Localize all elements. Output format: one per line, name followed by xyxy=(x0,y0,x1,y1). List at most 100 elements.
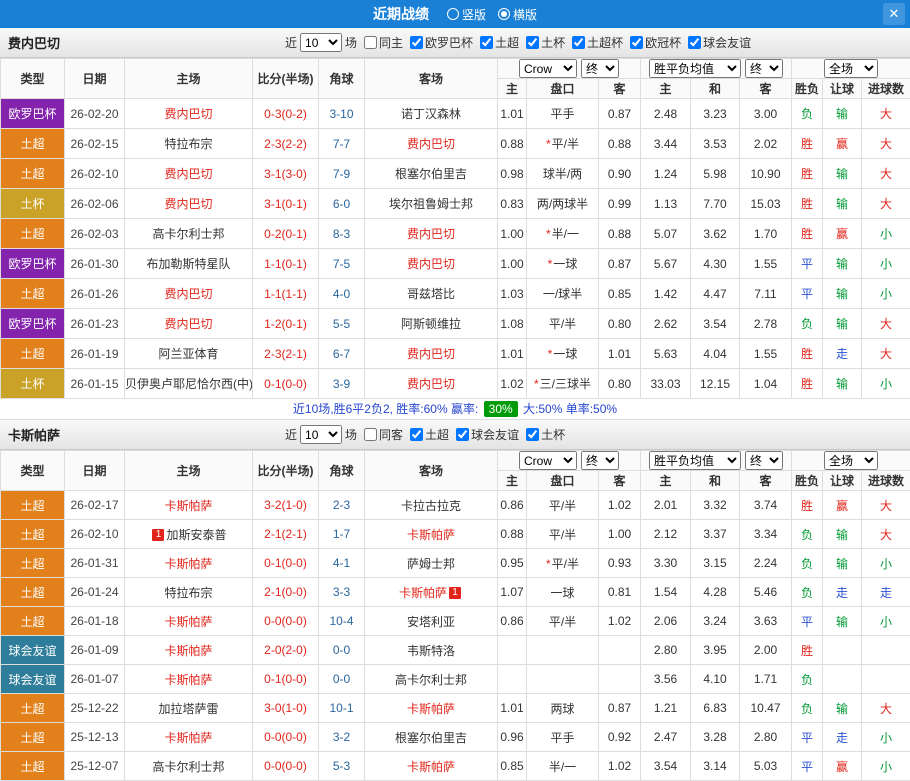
away-odds-cell: 1.02 xyxy=(599,491,641,520)
league-cell: 土超 xyxy=(1,694,65,723)
league-filter-checkbox[interactable] xyxy=(456,428,469,441)
team-label: 布加勒斯特星队 xyxy=(146,257,230,271)
score-cell: 1-1(0-1) xyxy=(253,249,319,279)
league-filter-checkbox[interactable] xyxy=(410,428,423,441)
score-cell: 2-3(2-2) xyxy=(253,129,319,159)
wdl-result-cell: 负 xyxy=(792,578,823,607)
corner-cell: 3-2 xyxy=(319,723,365,752)
handicap-result-cell: 输 xyxy=(823,694,862,723)
handicap-result-cell: 赢 xyxy=(823,129,862,159)
match-row: 土超26-01-18卡斯帕萨0-0(0-0)10-4安塔利亚0.86平/半1.0… xyxy=(1,607,910,636)
avg-draw-cell: 3.54 xyxy=(691,309,740,339)
handicap-result-cell xyxy=(823,636,862,665)
away-team-cell: 费内巴切 xyxy=(365,219,498,249)
match-row: 欧罗巴杯26-01-23费内巴切1-2(0-1)5-5阿斯顿维拉1.08平/半0… xyxy=(1,309,910,339)
avg-home-cell: 3.56 xyxy=(641,665,691,694)
match-count-select[interactable]: 10 xyxy=(300,425,342,444)
view-radio-vertical[interactable]: 竖版 xyxy=(447,6,486,23)
avg-draw-cell: 6.83 xyxy=(691,694,740,723)
avg-away-cell: 5.46 xyxy=(740,578,792,607)
league-filter-checkbox[interactable] xyxy=(526,36,539,49)
league-cell: 土超 xyxy=(1,491,65,520)
col-header: 主场 xyxy=(125,451,253,491)
league-filter-checkbox[interactable] xyxy=(630,36,643,49)
corner-cell: 3-10 xyxy=(319,99,365,129)
away-odds-cell: 1.00 xyxy=(599,520,641,549)
sub-col-header: 客 xyxy=(740,79,792,99)
unit-label: 场 xyxy=(345,34,357,51)
section-header-bar: 费内巴切近10场同主欧罗巴杯土超土杯土超杯欧冠杯球会友谊 xyxy=(0,28,910,58)
score-cell: 3-0(1-0) xyxy=(253,694,319,723)
league-filter-label: 土超杯 xyxy=(587,34,623,51)
handicap-result-cell: 走 xyxy=(823,578,862,607)
away-team-cell: 卡斯帕萨1 xyxy=(365,578,498,607)
league-filter-checkbox[interactable] xyxy=(526,428,539,441)
sub-col-header: 让球 xyxy=(823,79,862,99)
avg-away-cell: 2.78 xyxy=(740,309,792,339)
wdl-result-cell: 平 xyxy=(792,723,823,752)
avg-home-cell: 3.30 xyxy=(641,549,691,578)
team-label: 卡斯帕萨 xyxy=(164,615,212,629)
home-odds-cell: 0.95 xyxy=(498,549,527,578)
odds-source-select[interactable]: Crow xyxy=(519,59,577,78)
home-team-cell: 卡斯帕萨 xyxy=(125,636,253,665)
corner-cell: 4-0 xyxy=(319,279,365,309)
handicap-cell: *平/半 xyxy=(527,549,599,578)
avg-type-select[interactable]: 胜平负均值 xyxy=(649,451,741,470)
avg-final-select[interactable]: 终 xyxy=(745,451,783,470)
sub-col-header: 进球数 xyxy=(862,471,910,491)
score-cell: 0-0(0-0) xyxy=(253,607,319,636)
scope-select[interactable]: 全场 xyxy=(824,451,878,470)
goal-result-cell: 大 xyxy=(862,159,910,189)
home-team-cell: 费内巴切 xyxy=(125,189,253,219)
team-section-2: 卡斯帕萨近10场同客土超球会友谊土杯类型日期主场比分(半场)角球客场Crow终胜… xyxy=(0,420,910,781)
score-cell: 3-1(3-0) xyxy=(253,159,319,189)
avg-draw-cell: 4.10 xyxy=(691,665,740,694)
avg-home-cell: 1.54 xyxy=(641,578,691,607)
avg-final-select[interactable]: 终 xyxy=(745,59,783,78)
same-venue-checkbox[interactable] xyxy=(364,428,377,441)
home-team-cell: 阿兰亚体育 xyxy=(125,339,253,369)
scope-select[interactable]: 全场 xyxy=(824,59,878,78)
league-filter-checkbox[interactable] xyxy=(480,36,493,49)
date-cell: 26-01-15 xyxy=(65,369,125,399)
home-team-cell: 费内巴切 xyxy=(125,279,253,309)
sub-col-header: 客 xyxy=(599,471,641,491)
handicap-cell: *半/一 xyxy=(527,219,599,249)
summary-suffix: 大:50% 单率:50% xyxy=(520,402,617,416)
avg-draw-cell: 12.15 xyxy=(691,369,740,399)
match-row: 欧罗巴杯26-02-20费内巴切0-3(0-2)3-10诺丁汉森林1.01平手0… xyxy=(1,99,910,129)
home-odds-cell: 0.88 xyxy=(498,129,527,159)
date-cell: 26-01-07 xyxy=(65,665,125,694)
home-team-cell: 卡斯帕萨 xyxy=(125,607,253,636)
goal-result-cell: 大 xyxy=(862,189,910,219)
wdl-result-cell: 胜 xyxy=(792,189,823,219)
favorite-marker: * xyxy=(546,227,551,241)
view-radio-horizontal[interactable]: 横版 xyxy=(498,6,537,23)
avg-type-select[interactable]: 胜平负均值 xyxy=(649,59,741,78)
sub-col-header: 主 xyxy=(498,471,527,491)
league-filter-checkbox[interactable] xyxy=(410,36,423,49)
close-button[interactable]: ✕ xyxy=(883,3,905,25)
date-cell: 25-12-13 xyxy=(65,723,125,752)
league-filter-checkbox[interactable] xyxy=(572,36,585,49)
match-row: 球会友谊26-01-07卡斯帕萨0-1(0-0)0-0高卡尔利士邦3.564.1… xyxy=(1,665,910,694)
team-label: 特拉布宗 xyxy=(164,137,212,151)
same-venue-checkbox[interactable] xyxy=(364,36,377,49)
odds-source-select[interactable]: Crow xyxy=(519,451,577,470)
match-count-select[interactable]: 10 xyxy=(300,33,342,52)
handicap-result-cell: 输 xyxy=(823,549,862,578)
date-cell: 26-02-15 xyxy=(65,129,125,159)
league-filter-checkbox[interactable] xyxy=(688,36,701,49)
score-cell: 0-0(0-0) xyxy=(253,752,319,781)
goal-result-cell: 小 xyxy=(862,369,910,399)
team-label: 根塞尔伯里吉 xyxy=(395,167,467,181)
favorite-marker: * xyxy=(534,377,539,391)
home-team-cell: 费内巴切 xyxy=(125,309,253,339)
handicap-cell: *三/三球半 xyxy=(527,369,599,399)
odds-final-select[interactable]: 终 xyxy=(581,59,619,78)
wdl-result-cell: 胜 xyxy=(792,159,823,189)
team-label: 费内巴切 xyxy=(164,317,212,331)
odds-final-select[interactable]: 终 xyxy=(581,451,619,470)
avg-away-cell: 1.71 xyxy=(740,665,792,694)
